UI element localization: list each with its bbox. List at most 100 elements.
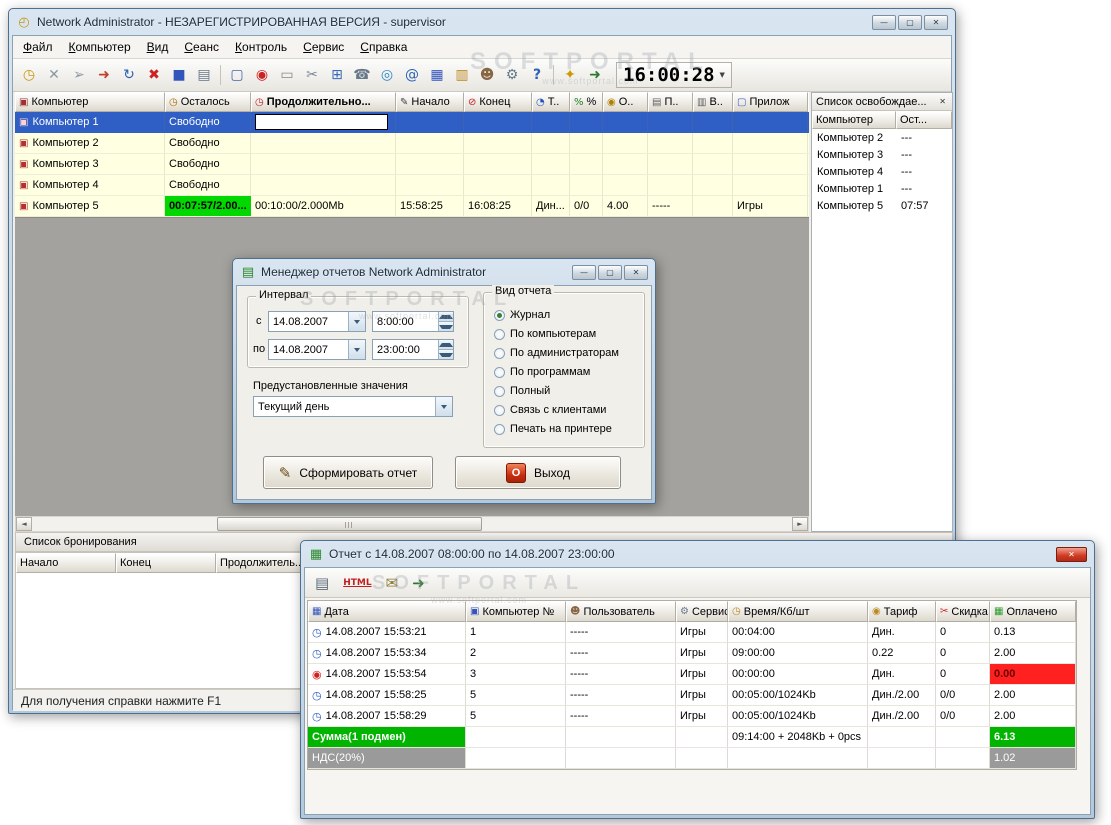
column-header-computer[interactable]: ▣ Компьютер <box>15 92 165 112</box>
print-report-icon[interactable]: ▤ <box>315 574 329 592</box>
spinner-updown-icon[interactable] <box>438 340 453 359</box>
chevron-down-icon[interactable] <box>348 312 365 331</box>
close-button[interactable]: ✕ <box>924 14 948 30</box>
horizontal-scrollbar[interactable]: ◄ ► <box>15 516 809 532</box>
session-row-2[interactable]: ▣ Компьютер 2 Свободно <box>15 133 809 154</box>
column-header-service[interactable]: ⚙ Сервис <box>676 601 728 622</box>
column-header-end[interactable]: ⊘ Конец <box>464 92 532 112</box>
print-icon[interactable]: ▤ <box>192 63 216 87</box>
release-column-computer[interactable]: Компьютер <box>812 111 896 129</box>
apps-icon[interactable]: ▦ <box>425 63 449 87</box>
release-row[interactable]: Компьютер 2 --- <box>812 129 952 146</box>
info-icon[interactable]: ◎ <box>375 63 399 87</box>
column-header-percent[interactable]: %% <box>570 92 603 112</box>
column-header-computer-no[interactable]: ▣ Компьютер № <box>466 601 566 622</box>
chevron-down-icon[interactable] <box>435 397 452 416</box>
stats-icon[interactable]: ▥ <box>450 63 474 87</box>
release-row[interactable]: Компьютер 5 07:57 <box>812 197 952 214</box>
radio-option-by-computers[interactable]: По компьютерам <box>494 326 596 342</box>
release-column-remaining[interactable]: Ост... <box>896 111 952 129</box>
release-row[interactable]: Компьютер 4 --- <box>812 163 952 180</box>
chevron-down-icon[interactable] <box>348 340 365 359</box>
menu-computer[interactable]: Компьютер <box>61 37 139 58</box>
maximize-button[interactable]: ▢ <box>898 14 922 30</box>
column-header-v[interactable]: ▥ В.. <box>693 92 733 112</box>
dialog-close-button[interactable]: ✕ <box>624 264 648 280</box>
booking-column-end[interactable]: Конец <box>116 553 216 573</box>
help-icon[interactable]: ? <box>525 63 549 87</box>
report-row-4[interactable]: ◷ 14.08.2007 15:58:25 5 ----- Игры 00:05:… <box>308 685 1076 706</box>
discount-icon[interactable]: ✂ <box>300 63 324 87</box>
dialog-maximize-button[interactable]: ▢ <box>598 264 622 280</box>
column-header-application[interactable]: ▢ Прилож <box>733 92 808 112</box>
menu-help[interactable]: Справка <box>352 37 415 58</box>
column-header-duration[interactable]: ◷ Продолжительно... <box>251 92 396 112</box>
column-header-p[interactable]: ▤ П.. <box>648 92 693 112</box>
radio-option-print[interactable]: Печать на принтере <box>494 421 612 437</box>
report-row-3[interactable]: ◉ 14.08.2007 15:53:54 3 ----- Игры 00:00:… <box>308 664 1076 685</box>
release-panel-close-icon[interactable]: ✕ <box>937 97 948 106</box>
duration-cell-editor[interactable] <box>255 114 388 130</box>
column-header-time[interactable]: ◷ Время/Кб/шт <box>728 601 868 622</box>
delete-icon[interactable]: ✕ <box>42 63 66 87</box>
to-time-spinner[interactable]: 23:00:00 <box>372 339 454 360</box>
clock-dropdown-icon[interactable]: ▼ <box>720 71 725 79</box>
key-icon[interactable]: ✦ <box>558 63 582 87</box>
menu-view[interactable]: Вид <box>139 37 177 58</box>
monitor-icon[interactable]: ▢ <box>225 63 249 87</box>
radio-option-by-administrators[interactable]: По администраторам <box>494 345 619 361</box>
radio-option-client-link[interactable]: Связь с клиентами <box>494 402 606 418</box>
scrollbar-track[interactable] <box>32 517 792 531</box>
logout-icon[interactable]: ➜ <box>583 63 607 87</box>
session-row-1[interactable]: ▣ Компьютер 1 Свободно <box>15 112 809 133</box>
column-header-tariff[interactable]: ◔ Т.. <box>532 92 570 112</box>
column-header-remaining[interactable]: ◷ Осталось <box>165 92 251 112</box>
settings-icon[interactable]: ⚙ <box>500 63 524 87</box>
column-header-discount[interactable]: ✂ Скидка <box>936 601 990 622</box>
to-date-combobox[interactable]: 14.08.2007 <box>268 339 366 360</box>
scroll-left-icon[interactable]: ◄ <box>16 517 32 531</box>
phone-icon[interactable]: ☎ <box>350 63 374 87</box>
radio-option-full[interactable]: Полный <box>494 383 550 399</box>
menu-session[interactable]: Сеанс <box>176 37 227 58</box>
cancel-session-icon[interactable]: ✖ <box>142 63 166 87</box>
send-message-icon[interactable]: ➢ <box>67 63 91 87</box>
release-row[interactable]: Компьютер 3 --- <box>812 146 952 163</box>
report-row-2[interactable]: ◷ 14.08.2007 15:53:34 2 ----- Игры 09:00:… <box>308 643 1076 664</box>
refresh-time-icon[interactable]: ↻ <box>117 63 141 87</box>
transfer-icon[interactable]: ■ <box>167 63 191 87</box>
close-report-icon[interactable]: ➜ <box>412 574 425 592</box>
from-time-spinner[interactable]: 8:00:00 <box>372 311 454 332</box>
session-row-3[interactable]: ▣ Компьютер 3 Свободно <box>15 154 809 175</box>
session-row-4[interactable]: ▣ Компьютер 4 Свободно <box>15 175 809 196</box>
column-header-paid[interactable]: ▦ Оплачено <box>990 601 1076 622</box>
tariff-card-icon[interactable]: ▭ <box>275 63 299 87</box>
export-html-icon[interactable]: HTML <box>343 578 371 588</box>
radio-option-journal[interactable]: Журнал <box>494 307 550 323</box>
report-close-button[interactable]: ✕ <box>1056 546 1087 562</box>
generate-report-button[interactable]: ✎ Сформировать отчет <box>263 456 433 489</box>
spinner-updown-icon[interactable] <box>438 312 453 331</box>
report-titlebar[interactable]: ▦ Отчет с 14.08.2007 08:00:00 по 14.08.2… <box>304 541 1091 567</box>
stop-icon[interactable]: ◉ <box>250 63 274 87</box>
from-date-combobox[interactable]: 14.08.2007 <box>268 311 366 332</box>
column-header-o[interactable]: ◉ О.. <box>603 92 648 112</box>
session-row-5[interactable]: ▣ Компьютер 5 00:07:57/2.00... 00:10:00/2… <box>15 196 809 217</box>
session-timer-icon[interactable]: ◷ <box>17 63 41 87</box>
dialog-titlebar[interactable]: ▤ Менеджер отчетов Network Administrator… <box>236 259 652 285</box>
report-row-5[interactable]: ◷ 14.08.2007 15:58:29 5 ----- Игры 00:05:… <box>308 706 1076 727</box>
network-icon[interactable]: ⊞ <box>325 63 349 87</box>
scroll-right-icon[interactable]: ► <box>792 517 808 531</box>
menu-control[interactable]: Контроль <box>227 37 295 58</box>
menu-service[interactable]: Сервис <box>295 37 352 58</box>
column-header-date[interactable]: ▦ Дата <box>308 601 466 622</box>
clients-icon[interactable]: ☻ <box>475 63 499 87</box>
report-row-1[interactable]: ◷ 14.08.2007 15:53:21 1 ----- Игры 00:04:… <box>308 622 1076 643</box>
release-row[interactable]: Компьютер 1 --- <box>812 180 952 197</box>
main-titlebar[interactable]: ◴ Network Administrator - НЕЗАРЕГИСТРИРО… <box>12 9 952 35</box>
column-header-tariff[interactable]: ◉ Тариф <box>868 601 936 622</box>
booking-column-start[interactable]: Начало <box>16 553 116 573</box>
resume-icon[interactable]: ➜ <box>92 63 116 87</box>
exit-button[interactable]: O Выход <box>455 456 621 489</box>
scrollbar-thumb[interactable] <box>217 517 482 531</box>
